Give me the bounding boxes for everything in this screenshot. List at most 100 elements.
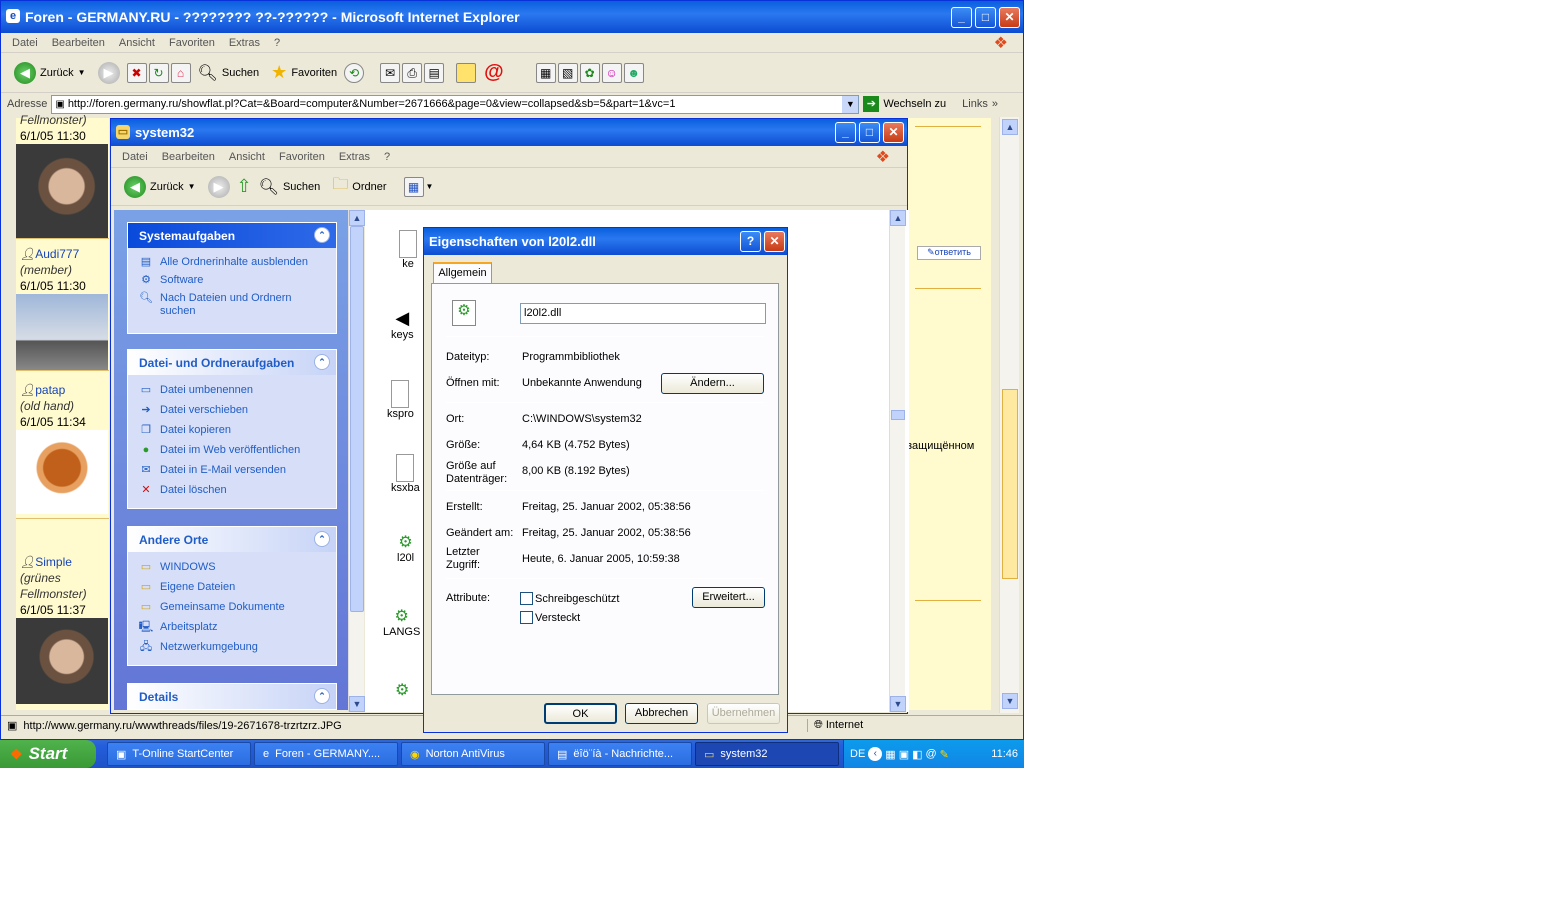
task-button[interactable]: ◉ Norton AntiVirus bbox=[401, 742, 545, 766]
scroll-up-icon[interactable]: ▲ bbox=[1002, 119, 1018, 135]
dropdown-arrow-icon[interactable]: ▼ bbox=[188, 182, 196, 191]
help-icon[interactable]: ? bbox=[740, 231, 761, 252]
reply-button[interactable]: ✎ответить bbox=[917, 246, 981, 260]
scroll-down-icon[interactable]: ▼ bbox=[1002, 693, 1018, 709]
forum-username[interactable]: patap bbox=[35, 383, 65, 397]
mail-icon[interactable]: ✉ bbox=[380, 62, 401, 83]
home-icon[interactable]: ⌂ bbox=[170, 62, 191, 83]
refresh-icon[interactable]: ↻ bbox=[148, 62, 169, 83]
people-icon[interactable]: ☻ bbox=[623, 62, 644, 83]
task-link[interactable]: ● Datei im Web veröffentlichen bbox=[128, 441, 336, 461]
file-item[interactable]: ⚙ bbox=[395, 680, 409, 700]
task-link[interactable]: ⚙ Software bbox=[128, 272, 336, 290]
scroll-up-icon[interactable]: ▲ bbox=[349, 210, 365, 226]
task-link[interactable]: ▭ Datei umbenennen bbox=[128, 381, 336, 401]
address-input[interactable]: ▣ http://foren.germany.ru/showflat.pl?Ca… bbox=[51, 94, 860, 114]
change-button[interactable]: Ändern... bbox=[661, 373, 764, 394]
search-button[interactable]: 🔍︎ Suchen bbox=[193, 61, 265, 85]
scroll-down-icon[interactable]: ▼ bbox=[890, 696, 906, 712]
dialog-titlebar[interactable]: Eigenschaften von l20l2.dll ? ✕ bbox=[424, 228, 787, 255]
chevron-up-icon[interactable]: ⌃ bbox=[314, 354, 330, 370]
folders-button[interactable]: 🗀︎ Ordner bbox=[327, 171, 391, 202]
menu-favoriten[interactable]: Favoriten bbox=[162, 37, 222, 49]
forward-button[interactable]: ▶ bbox=[203, 174, 235, 200]
place-link[interactable]: ▭ Gemeinsame Dokumente bbox=[128, 598, 336, 618]
history-icon[interactable]: ⟲ bbox=[344, 62, 365, 83]
at-icon[interactable]: @ bbox=[484, 61, 504, 84]
task-link[interactable]: ✕ Datei löschen bbox=[128, 481, 336, 501]
tool2-icon[interactable]: ▧ bbox=[557, 62, 578, 83]
task-link[interactable]: ▤ Alle Ordnerinhalte ausblenden bbox=[128, 254, 336, 272]
task-link[interactable]: ❐ Datei kopieren bbox=[128, 421, 336, 441]
menu-favoriten[interactable]: Favoriten bbox=[272, 151, 332, 163]
filelist-scrollbar[interactable]: ▲ ▼ bbox=[889, 210, 906, 712]
task-button[interactable]: e Foren - GERMANY.... bbox=[254, 742, 398, 766]
forum-username[interactable]: Simple bbox=[35, 555, 72, 569]
go-arrow-icon[interactable]: ➔ bbox=[863, 96, 880, 112]
messenger-icon[interactable]: ☺ bbox=[601, 62, 622, 83]
dropdown-arrow-icon[interactable]: ▼ bbox=[426, 182, 434, 191]
task-link[interactable]: ➔ Datei verschieben bbox=[128, 401, 336, 421]
apply-button[interactable]: Übernehmen bbox=[707, 703, 780, 724]
place-link[interactable]: 🖳︎ Arbeitsplatz bbox=[128, 618, 336, 638]
place-link[interactable]: ▭ Eigene Dateien bbox=[128, 578, 336, 598]
address-dropdown-icon[interactable]: ▼ bbox=[842, 95, 859, 113]
tool1-icon[interactable]: ▦ bbox=[535, 62, 556, 83]
file-item[interactable]: ⚙ l20l bbox=[397, 532, 414, 564]
file-item[interactable]: ◀ keys bbox=[391, 308, 414, 341]
scroll-up-icon[interactable]: ▲ bbox=[890, 210, 906, 226]
tray-icon-2[interactable]: ▣ bbox=[899, 748, 909, 761]
scroll-thumb[interactable] bbox=[891, 410, 905, 420]
links-button[interactable]: Links bbox=[962, 98, 988, 110]
close-icon[interactable]: ✕ bbox=[883, 122, 904, 143]
menu-extras[interactable]: Extras bbox=[332, 151, 377, 163]
minimize-icon[interactable]: _ bbox=[951, 7, 972, 28]
chevron-up-icon[interactable]: ⌃ bbox=[314, 531, 330, 547]
search-button[interactable]: 🔍︎ Suchen bbox=[254, 175, 326, 199]
task-button[interactable]: ▣ T-Online StartCenter bbox=[107, 742, 251, 766]
page-scrollbar[interactable]: ▲ ▼ bbox=[999, 117, 1019, 713]
cancel-button[interactable]: Abbrechen bbox=[625, 703, 698, 724]
menu-bearbeiten[interactable]: Bearbeiten bbox=[45, 37, 112, 49]
tray-expand-icon[interactable]: ‹ bbox=[868, 747, 883, 761]
task-button[interactable]: ▤ ëîö¨íà - Nachrichte... bbox=[548, 742, 692, 766]
menu-ansicht[interactable]: Ansicht bbox=[112, 37, 162, 49]
edit-icon[interactable]: ▤ bbox=[424, 62, 445, 83]
panel-header[interactable]: Datei- und Ordneraufgaben ⌃ bbox=[128, 350, 336, 375]
file-item[interactable]: ke bbox=[399, 230, 417, 270]
panel-header[interactable]: Andere Orte ⌃ bbox=[128, 527, 336, 552]
menu-ansicht[interactable]: Ansicht bbox=[222, 151, 272, 163]
task-link[interactable]: 🔍︎ Nach Dateien und Ordnern suchen bbox=[128, 290, 336, 320]
forward-button[interactable]: ▶ bbox=[93, 60, 125, 86]
chevron-up-icon[interactable]: ⌃ bbox=[314, 688, 330, 704]
readonly-checkbox[interactable] bbox=[520, 592, 533, 605]
advanced-button[interactable]: Erweitert... bbox=[692, 587, 765, 608]
icq-icon[interactable]: ✿ bbox=[579, 62, 600, 83]
taskpane-scrollbar[interactable]: ▲ ▼ bbox=[348, 210, 365, 712]
favorites-button[interactable]: ★ Favoriten bbox=[266, 60, 342, 85]
back-button[interactable]: ◀ Zurück ▼ bbox=[9, 60, 91, 86]
ie-titlebar[interactable]: e Foren - GERMANY.RU - ???????? ??-?????… bbox=[1, 1, 1023, 33]
language-indicator[interactable]: DE bbox=[850, 748, 865, 760]
scroll-thumb[interactable] bbox=[350, 226, 364, 612]
filename-input[interactable]: l20l2.dll bbox=[520, 303, 766, 324]
chevron-right-icon[interactable]: » bbox=[992, 98, 998, 110]
tray-icon-3[interactable]: ◧ bbox=[912, 748, 922, 761]
tray-norton-icon[interactable]: ✎ bbox=[940, 748, 949, 761]
back-button[interactable]: ◀ Zurück ▼ bbox=[119, 174, 201, 200]
go-button[interactable]: Wechseln zu bbox=[883, 98, 946, 110]
scroll-thumb[interactable] bbox=[1002, 389, 1018, 579]
maximize-icon[interactable]: □ bbox=[859, 122, 880, 143]
tab-general[interactable]: Allgemein bbox=[433, 262, 492, 284]
menu-bearbeiten[interactable]: Bearbeiten bbox=[155, 151, 222, 163]
place-link[interactable]: ▭ WINDOWS bbox=[128, 558, 336, 578]
folder-up-icon[interactable]: ⇧ bbox=[237, 176, 252, 197]
stop-icon[interactable]: ✖ bbox=[126, 62, 147, 83]
start-button[interactable]: ❖ Start bbox=[0, 740, 96, 768]
menu-help[interactable]: ? bbox=[267, 37, 287, 49]
close-icon[interactable]: ✕ bbox=[764, 231, 785, 252]
print-icon[interactable]: ⎙ bbox=[402, 62, 423, 83]
clock[interactable]: 11:46 bbox=[991, 748, 1018, 760]
chevron-up-icon[interactable]: ⌃ bbox=[314, 227, 330, 243]
file-item[interactable]: ⚙ LANGS bbox=[383, 606, 420, 638]
